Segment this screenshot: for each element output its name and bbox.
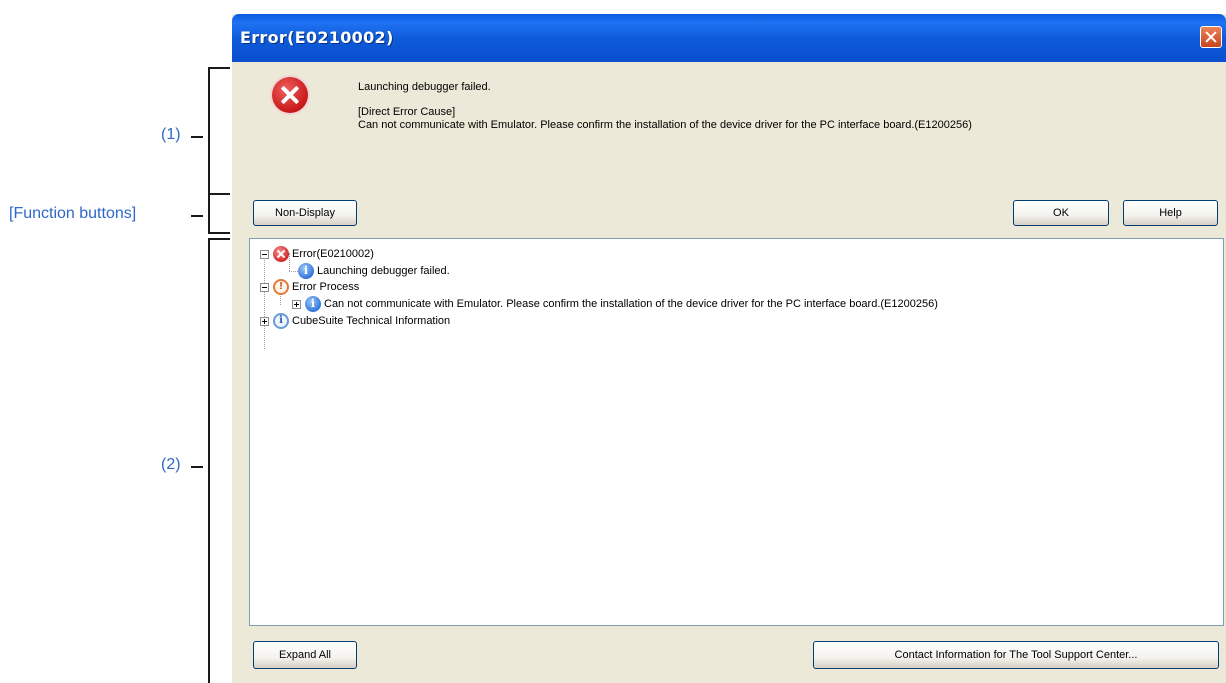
non-display-button[interactable]: Non-Display [253,200,357,226]
info-icon [298,263,314,279]
close-icon[interactable] [1200,26,1222,48]
collapse-icon[interactable] [260,282,269,292]
error-dialog: Error(E0210002) Launching debugger faile… [232,14,1226,683]
annotation-connector-1 [191,136,203,138]
annotation-connector-2 [191,466,203,468]
message-cause-heading: [Direct Error Cause] [358,106,456,118]
error-icon [272,77,308,113]
annotation-bracket-1-bottom [208,193,230,195]
contact-support-button[interactable]: Contact Information for The Tool Support… [813,641,1219,669]
tree-node-error-summary[interactable]: Launching debugger failed. [298,263,450,279]
annotation-bracket-1-top [208,67,230,69]
annotation-bracket-function-buttons-bottom [208,232,230,234]
annotation-bracket-1 [208,67,210,196]
error-icon [273,246,289,262]
tree-guide-line [289,271,298,272]
tree-node-label: Can not communicate with Emulator. Pleas… [324,298,938,310]
annotation-bracket-2 [208,238,210,683]
tree-node-error-cause[interactable]: Can not communicate with Emulator. Pleas… [292,296,938,312]
expand-all-button[interactable]: Expand All [253,641,357,669]
info-outline-icon [273,313,289,329]
dialog-title: Error(E0210002) [240,28,394,47]
tree-node-label: CubeSuite Technical Information [292,315,451,327]
tree-node-label: Error Process [292,281,360,293]
warning-icon [273,279,289,295]
message-area: Launching debugger failed. [Direct Error… [232,62,1226,196]
error-detail-tree[interactable]: Error(E0210002) Launching debugger faile… [249,238,1224,626]
expand-icon[interactable] [260,316,269,326]
collapse-icon[interactable] [260,249,269,259]
message-summary: Launching debugger failed. [358,81,491,93]
annotation-bracket-function-buttons [208,196,210,234]
tree-node-label: Error(E0210002) [292,248,374,260]
annotation-label-2: (2) [161,456,181,473]
info-icon [305,296,321,312]
annotation-label-function-buttons: [Function buttons] [9,205,137,222]
annotation-bracket-2-top [208,238,230,240]
ok-button[interactable]: OK [1013,200,1109,226]
expand-icon[interactable] [292,299,301,309]
dialog-titlebar[interactable]: Error(E0210002) [232,14,1226,62]
tree-node-technical-info[interactable]: CubeSuite Technical Information [260,313,450,329]
tree-node-label: Launching debugger failed. [317,265,450,277]
help-button[interactable]: Help [1123,200,1218,226]
annotation-label-1: (1) [161,126,181,143]
message-cause-text: Can not communicate with Emulator. Pleas… [358,119,972,131]
tree-node-error[interactable]: Error(E0210002) [260,246,374,262]
tree-node-error-process[interactable]: Error Process [260,279,359,295]
tree-guide-line [264,253,265,349]
annotation-connector-function-buttons [191,215,203,217]
